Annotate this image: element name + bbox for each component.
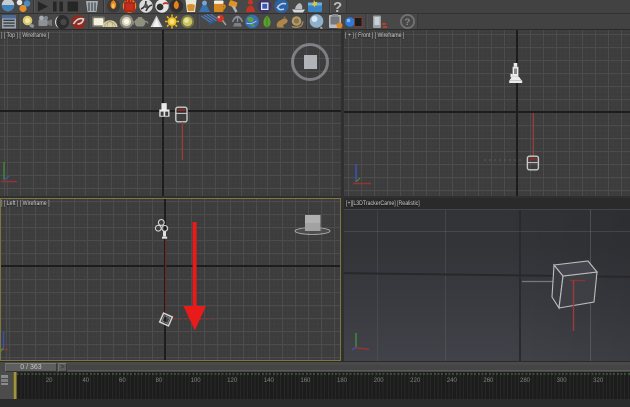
svg-text:?: ? xyxy=(333,0,342,13)
svg-text:?: ? xyxy=(405,17,411,28)
